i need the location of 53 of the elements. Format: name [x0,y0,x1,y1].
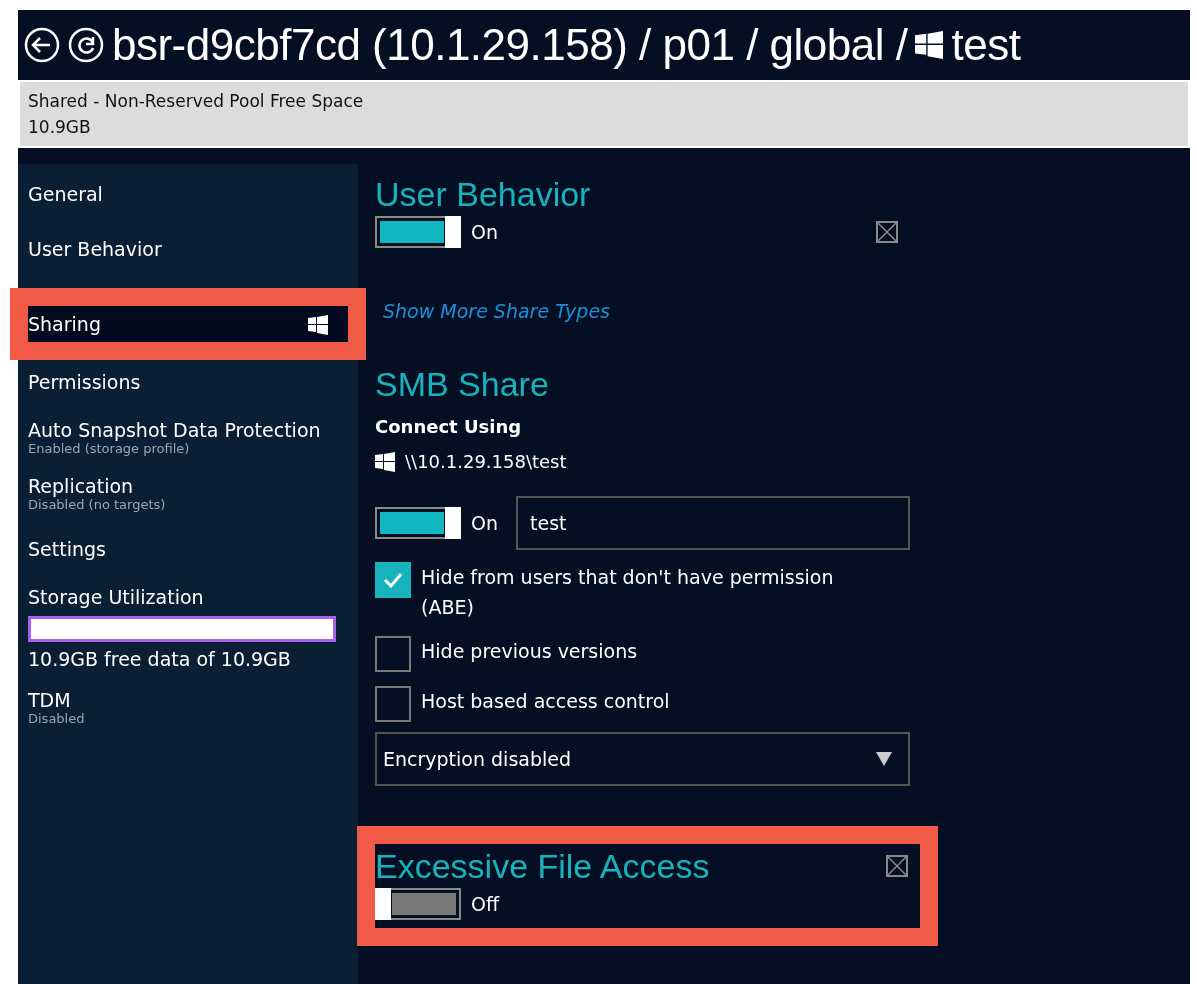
section-title: SMB Share [375,364,550,405]
sidebar-item-label: User Behavior [28,238,162,260]
sidebar-item[interactable]: Replication Disabled (no targets) [28,475,348,512]
toggle-switch[interactable] [375,216,461,248]
checkbox[interactable] [375,636,411,672]
sidebar-item-label: TDM [28,689,71,711]
sidebar-item-status: Enabled (storage profile) [28,441,191,456]
sidebar-item-label: Auto Snapshot Data Protection [28,419,321,441]
sidebar-item[interactable]: Settings [28,531,348,567]
checkmark-icon [383,572,403,588]
sidebar-item-label: Permissions [28,371,141,393]
close-icon[interactable] [876,221,898,243]
toggle-label: On [471,221,498,243]
checkbox-label: Hide from users that don't have permission (ABE) [421,565,835,620]
storage-caption: 10.9GB free data of 10.9GB [28,648,292,670]
sidebar-item-label: Replication [28,475,134,497]
sidebar-item-status: Disabled (no targets) [28,497,167,512]
pool-value: 10.9GB [28,116,92,139]
back-icon[interactable] [24,27,60,63]
checkbox-label: Hide previous versions [421,639,638,664]
checkbox[interactable] [375,686,411,722]
toggle-label: On [471,512,498,534]
sidebar-item-label: Settings [28,538,106,560]
sidebar-item-label: Storage Utilization [28,586,204,608]
connect-using-label: Connect Using [375,416,523,437]
refresh-icon[interactable] [68,27,104,63]
section-title: User Behavior [375,174,592,215]
toggle-switch[interactable] [375,507,461,539]
share-name-title: test [951,20,1021,70]
checkbox-label: Host based access control [421,689,670,714]
toggle-label: Off [471,893,500,915]
sidebar-item[interactable]: Storage Utilization 10.9GB free data of 10.9GB [28,586,348,670]
page-title: bsr-d9cbf7cd (10.1.29.158) / p01 / global / [112,20,908,70]
sidebar-item-label: General [28,183,103,205]
windows-icon [375,451,395,472]
sidebar-item[interactable]: Auto Snapshot Data Protection Enabled (storage profile) [28,419,348,456]
section-title: Excessive File Access [375,846,710,887]
share-path: \\10.1.29.158\test [405,451,567,472]
sidebar-item[interactable]: TDM Disabled [28,689,348,726]
caret-icon [876,752,892,766]
toggle-switch[interactable] [375,888,461,920]
show-more-link[interactable]: Show More Share Types [383,300,910,322]
share-name-field[interactable]: test [516,496,910,550]
sidebar-item-status: Disabled [28,711,86,726]
pool-label: Shared - Non-Reserved Pool Free Space [28,90,365,113]
sidebar-item[interactable]: Permissions [28,364,348,400]
sidebar-item-label: Sharing [28,313,101,335]
sidebar-item[interactable]: User Behavior [28,231,348,267]
windows-icon [915,31,944,59]
sidebar-item[interactable]: General [28,176,348,212]
close-icon[interactable] [886,855,908,877]
checkbox[interactable] [375,562,411,598]
encryption-dropdown[interactable]: Encryption disabled [375,732,910,786]
